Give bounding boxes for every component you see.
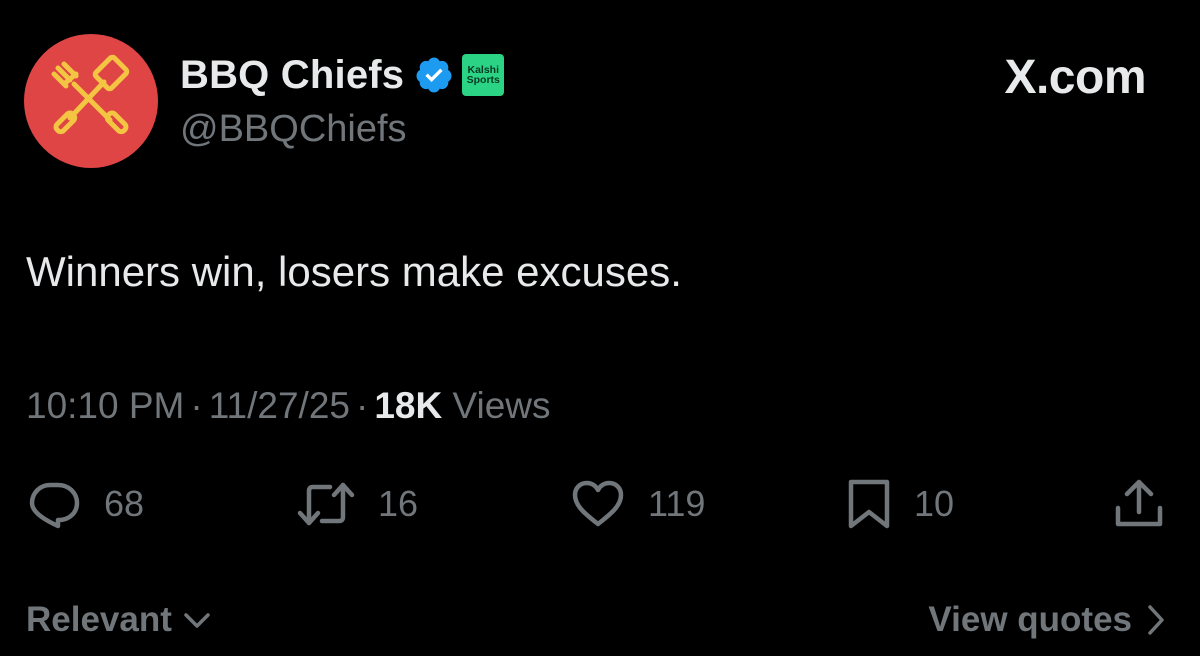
tweet-time[interactable]: 10:10 PM [26, 385, 184, 426]
reply-icon [29, 482, 80, 529]
share-button[interactable] [1112, 476, 1166, 532]
views-label: Views [452, 385, 551, 426]
verified-badge-icon[interactable] [414, 55, 454, 95]
reply-count: 68 [104, 483, 145, 524]
repost-count: 16 [378, 483, 419, 524]
view-quotes-link[interactable]: View quotes [928, 600, 1166, 640]
views-count: 18K [374, 385, 443, 426]
like-icon [572, 480, 624, 527]
author-name-row: BBQ Chiefs Kalshi Sports [180, 50, 505, 100]
brand-watermark: X.com [1004, 51, 1146, 104]
repost-icon [297, 482, 355, 526]
tweet-date[interactable]: 11/27/25 [209, 385, 350, 426]
bookmark-icon [848, 479, 890, 529]
affiliate-label-line2: Sports [466, 74, 500, 86]
share-icon [1115, 479, 1163, 527]
sort-label: Relevant [26, 600, 172, 639]
bbq-utensils-logo-icon [51, 54, 130, 135]
meta-separator: · [190, 385, 203, 426]
like-button[interactable]: 119 [570, 476, 705, 532]
tweet-meta: 10:10 PM · 11/27/25 · 18K Views [26, 385, 551, 427]
bookmark-button[interactable]: 10 [846, 476, 954, 532]
chevron-right-icon [1148, 605, 1164, 635]
sort-replies-dropdown[interactable]: Relevant [26, 600, 212, 640]
chevron-down-icon [184, 613, 210, 628]
meta-separator: · [355, 385, 369, 426]
avatar[interactable] [24, 34, 158, 168]
display-name[interactable]: BBQ Chiefs [180, 53, 404, 98]
repost-button[interactable]: 16 [296, 476, 418, 532]
tweet-text: Winners win, losers make excuses. [26, 248, 682, 295]
user-handle[interactable]: @BBQChiefs [180, 108, 407, 151]
bookmark-count: 10 [914, 483, 955, 524]
kalshi-sports-affiliate-badge[interactable]: Kalshi Sports [462, 54, 505, 96]
reply-button[interactable]: 68 [26, 476, 144, 532]
view-quotes-label: View quotes [928, 600, 1132, 639]
like-count: 119 [648, 483, 706, 524]
